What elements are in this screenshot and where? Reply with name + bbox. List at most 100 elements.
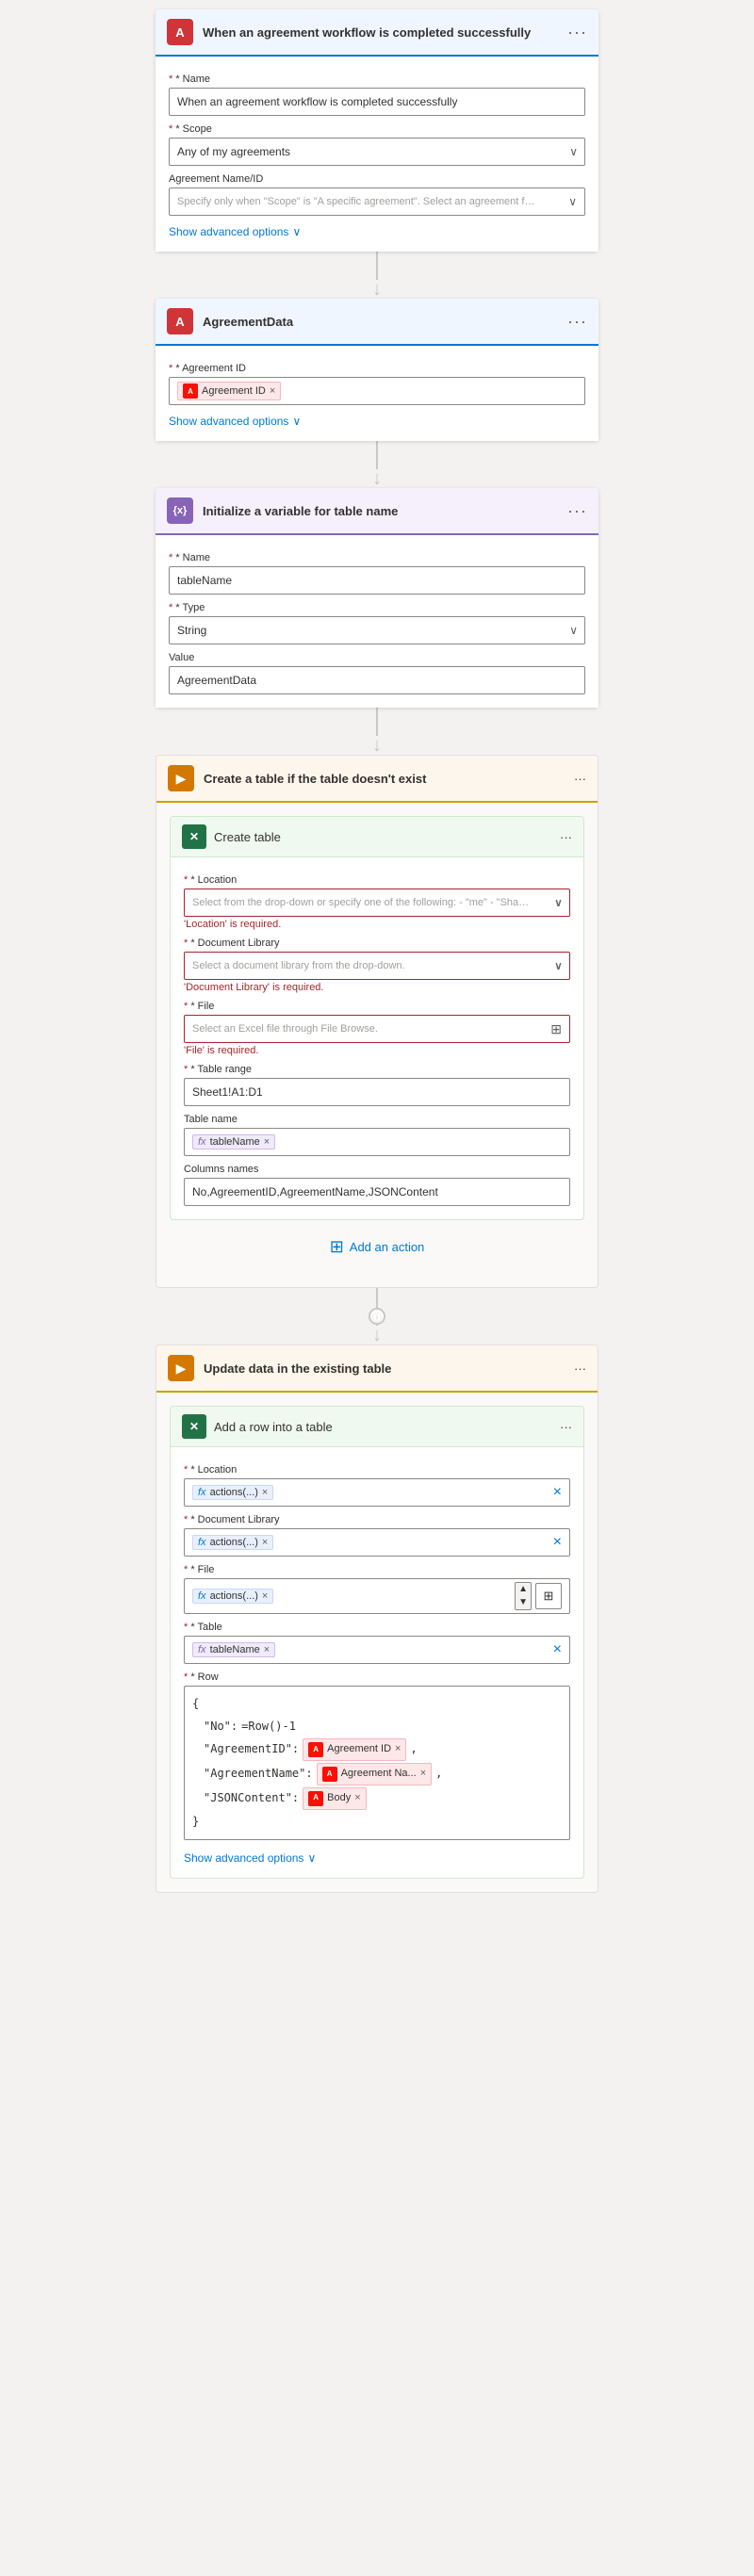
- agreement-data-body: * Agreement ID A Agreement ID × Show adv…: [156, 346, 598, 441]
- ud-table-x[interactable]: ×: [553, 1642, 562, 1657]
- excel-icon-create: ✕: [182, 824, 206, 849]
- ud-doclibrary-tag-close[interactable]: ×: [262, 1537, 268, 1548]
- add-action-button[interactable]: ⊞ Add an action: [330, 1237, 425, 1257]
- ud-table-tag-close[interactable]: ×: [264, 1644, 270, 1655]
- row-agreementname-tag-close[interactable]: ×: [420, 1765, 426, 1784]
- ud-location-tag-input[interactable]: fx actions(...) × ×: [184, 1478, 570, 1507]
- file-browse-icon[interactable]: ⊞: [550, 1021, 562, 1037]
- row-no-key: "No":: [204, 1717, 238, 1737]
- row-open-brace: {: [192, 1694, 199, 1715]
- ct-location-input[interactable]: Select from the drop-down or specify one…: [184, 889, 570, 917]
- create-table-scope-card: ▶ Create a table if the table doesn't ex…: [156, 755, 598, 1288]
- trigger-icon: A: [167, 19, 193, 45]
- row-jsoncontent-tag-label: Body: [327, 1789, 351, 1808]
- create-table-inner-body: * Location Select from the drop-down or …: [171, 857, 583, 1219]
- agreement-id-tag-label: Agreement ID: [202, 385, 266, 397]
- create-table-scope-ellipsis[interactable]: ···: [574, 772, 586, 786]
- ud-location-label: * Location: [184, 1464, 570, 1475]
- variable-body: * Name * Type String Value: [156, 535, 598, 708]
- row-no-value: =Row()-1: [241, 1717, 296, 1737]
- ct-columns-input[interactable]: [184, 1178, 570, 1206]
- update-data-scope-title: Update data in the existing table: [204, 1361, 565, 1376]
- show-advanced-label: Show advanced options: [169, 225, 288, 238]
- row-jsoncontent-tag: A Body ×: [303, 1787, 367, 1810]
- agreement-data-icon: A: [167, 308, 193, 334]
- row-agreementname-tag: A Agreement Na... ×: [317, 1763, 433, 1785]
- variable-title: Initialize a variable for table name: [203, 504, 558, 518]
- ct-tablename-tag-input[interactable]: fx tableName ×: [184, 1128, 570, 1156]
- row-agreementid-comma: ,: [410, 1739, 417, 1760]
- ct-tablerange-input[interactable]: [184, 1078, 570, 1106]
- create-table-inner-ellipsis[interactable]: ···: [560, 830, 572, 844]
- update-data-inner-card: ✕ Add a row into a table ··· * Location …: [170, 1406, 584, 1879]
- show-advanced-agreement[interactable]: Show advanced options ∨: [169, 415, 585, 428]
- adobe-icon-2: A: [308, 1742, 323, 1757]
- arrow-down-icon-3: ↓: [372, 736, 382, 755]
- stepper-up[interactable]: ▲: [516, 1583, 531, 1596]
- ct-doclibrary-error: 'Document Library' is required.: [184, 982, 570, 993]
- agreement-id-tag-close[interactable]: ×: [270, 385, 275, 397]
- ct-doclibrary-chevron: ∨: [554, 960, 562, 972]
- row-agreementid-tag-close[interactable]: ×: [395, 1740, 401, 1759]
- arrow-down-icon-2: ↓: [372, 469, 382, 488]
- trigger-body: * Name * Scope Any of my agreements Agre…: [156, 57, 598, 252]
- ct-tablename-tag: fx tableName ×: [192, 1134, 275, 1149]
- row-line-2: "No": =Row()-1: [192, 1717, 562, 1737]
- ud-file-tag-close[interactable]: ×: [262, 1590, 268, 1602]
- file-stepper[interactable]: ▲ ▼: [515, 1582, 532, 1610]
- update-data-scope-ellipsis[interactable]: ···: [574, 1361, 586, 1376]
- row-agreementid-tag: A Agreement ID ×: [303, 1738, 406, 1761]
- ct-file-input[interactable]: Select an Excel file through File Browse…: [184, 1015, 570, 1043]
- show-advanced-trigger[interactable]: Show advanced options ∨: [169, 225, 585, 238]
- ud-location-x[interactable]: ×: [553, 1485, 562, 1500]
- row-line-6: }: [192, 1812, 562, 1833]
- trigger-header: A When an agreement workflow is complete…: [156, 9, 598, 57]
- var-name-input[interactable]: [169, 566, 585, 595]
- var-value-input[interactable]: [169, 666, 585, 694]
- scope-select[interactable]: Any of my agreements: [169, 138, 585, 166]
- agreement-name-input[interactable]: Specify only when "Scope" is "A specific…: [169, 187, 585, 216]
- row-jsoncontent-tag-close[interactable]: ×: [354, 1789, 360, 1808]
- agreement-data-ellipsis[interactable]: ···: [567, 312, 587, 332]
- ud-table-tag-input[interactable]: fx tableName × ×: [184, 1636, 570, 1664]
- row-jsoncontent-key: "JSONContent":: [204, 1788, 299, 1809]
- ct-tablename-tag-close[interactable]: ×: [264, 1136, 270, 1148]
- update-data-scope-icon: ▶: [168, 1355, 194, 1381]
- info-circle-icon: ⓘ: [369, 1308, 385, 1325]
- ud-doclibrary-tag-input[interactable]: fx actions(...) × ×: [184, 1528, 570, 1557]
- ud-file-tag-input[interactable]: fx actions(...) × ▲ ▼ ⊞: [184, 1578, 570, 1614]
- row-agreementname-comma: ,: [435, 1764, 442, 1785]
- ud-doclibrary-tag-label: actions(...): [210, 1537, 258, 1548]
- file-browse-button[interactable]: ⊞: [535, 1583, 562, 1609]
- update-data-inner-ellipsis[interactable]: ···: [560, 1420, 572, 1434]
- var-type-label: * Type: [169, 602, 585, 613]
- ct-doclibrary-placeholder: Select a document library from the drop-…: [192, 960, 405, 971]
- update-data-scope-header: ▶ Update data in the existing table ···: [156, 1345, 598, 1393]
- fx-icon-file: fx: [198, 1590, 206, 1602]
- agreement-name-placeholder: Specify only when "Scope" is "A specific…: [177, 196, 535, 207]
- agreement-id-tag-input[interactable]: A Agreement ID ×: [169, 377, 585, 405]
- fx-icon-table: fx: [198, 1644, 206, 1655]
- agreement-chevron-icon: ∨: [568, 195, 577, 208]
- var-type-select[interactable]: String: [169, 616, 585, 644]
- update-data-scope-body: ✕ Add a row into a table ··· * Location …: [156, 1393, 598, 1892]
- add-action-label: Add an action: [350, 1240, 425, 1254]
- scope-play-icon: ▶: [176, 771, 187, 787]
- ud-table-tag: fx tableName ×: [192, 1642, 275, 1657]
- ud-row-content[interactable]: { "No": =Row()-1 "AgreementID": A Agreem…: [184, 1686, 570, 1840]
- show-advanced-update[interactable]: Show advanced options ∨: [184, 1851, 570, 1865]
- ud-doclibrary-x[interactable]: ×: [553, 1535, 562, 1550]
- purple-fx-icon: fx: [198, 1136, 206, 1148]
- trigger-ellipsis[interactable]: ···: [567, 23, 587, 42]
- name-input[interactable]: [169, 88, 585, 116]
- variable-card: {x} Initialize a variable for table name…: [156, 488, 598, 708]
- create-table-scope-body: ✕ Create table ··· * Location Select fro…: [156, 803, 598, 1287]
- stepper-down[interactable]: ▼: [516, 1596, 531, 1609]
- ct-tablerange-label: * Table range: [184, 1064, 570, 1075]
- chevron-down-icon: ∨: [292, 225, 301, 238]
- ct-tablename-tag-label: tableName: [210, 1136, 260, 1148]
- ud-location-tag-close[interactable]: ×: [262, 1487, 268, 1498]
- variable-ellipsis[interactable]: ···: [567, 501, 587, 521]
- update-data-inner-body: * Location fx actions(...) × × * Documen: [171, 1447, 583, 1878]
- ct-doclibrary-input[interactable]: Select a document library from the drop-…: [184, 952, 570, 980]
